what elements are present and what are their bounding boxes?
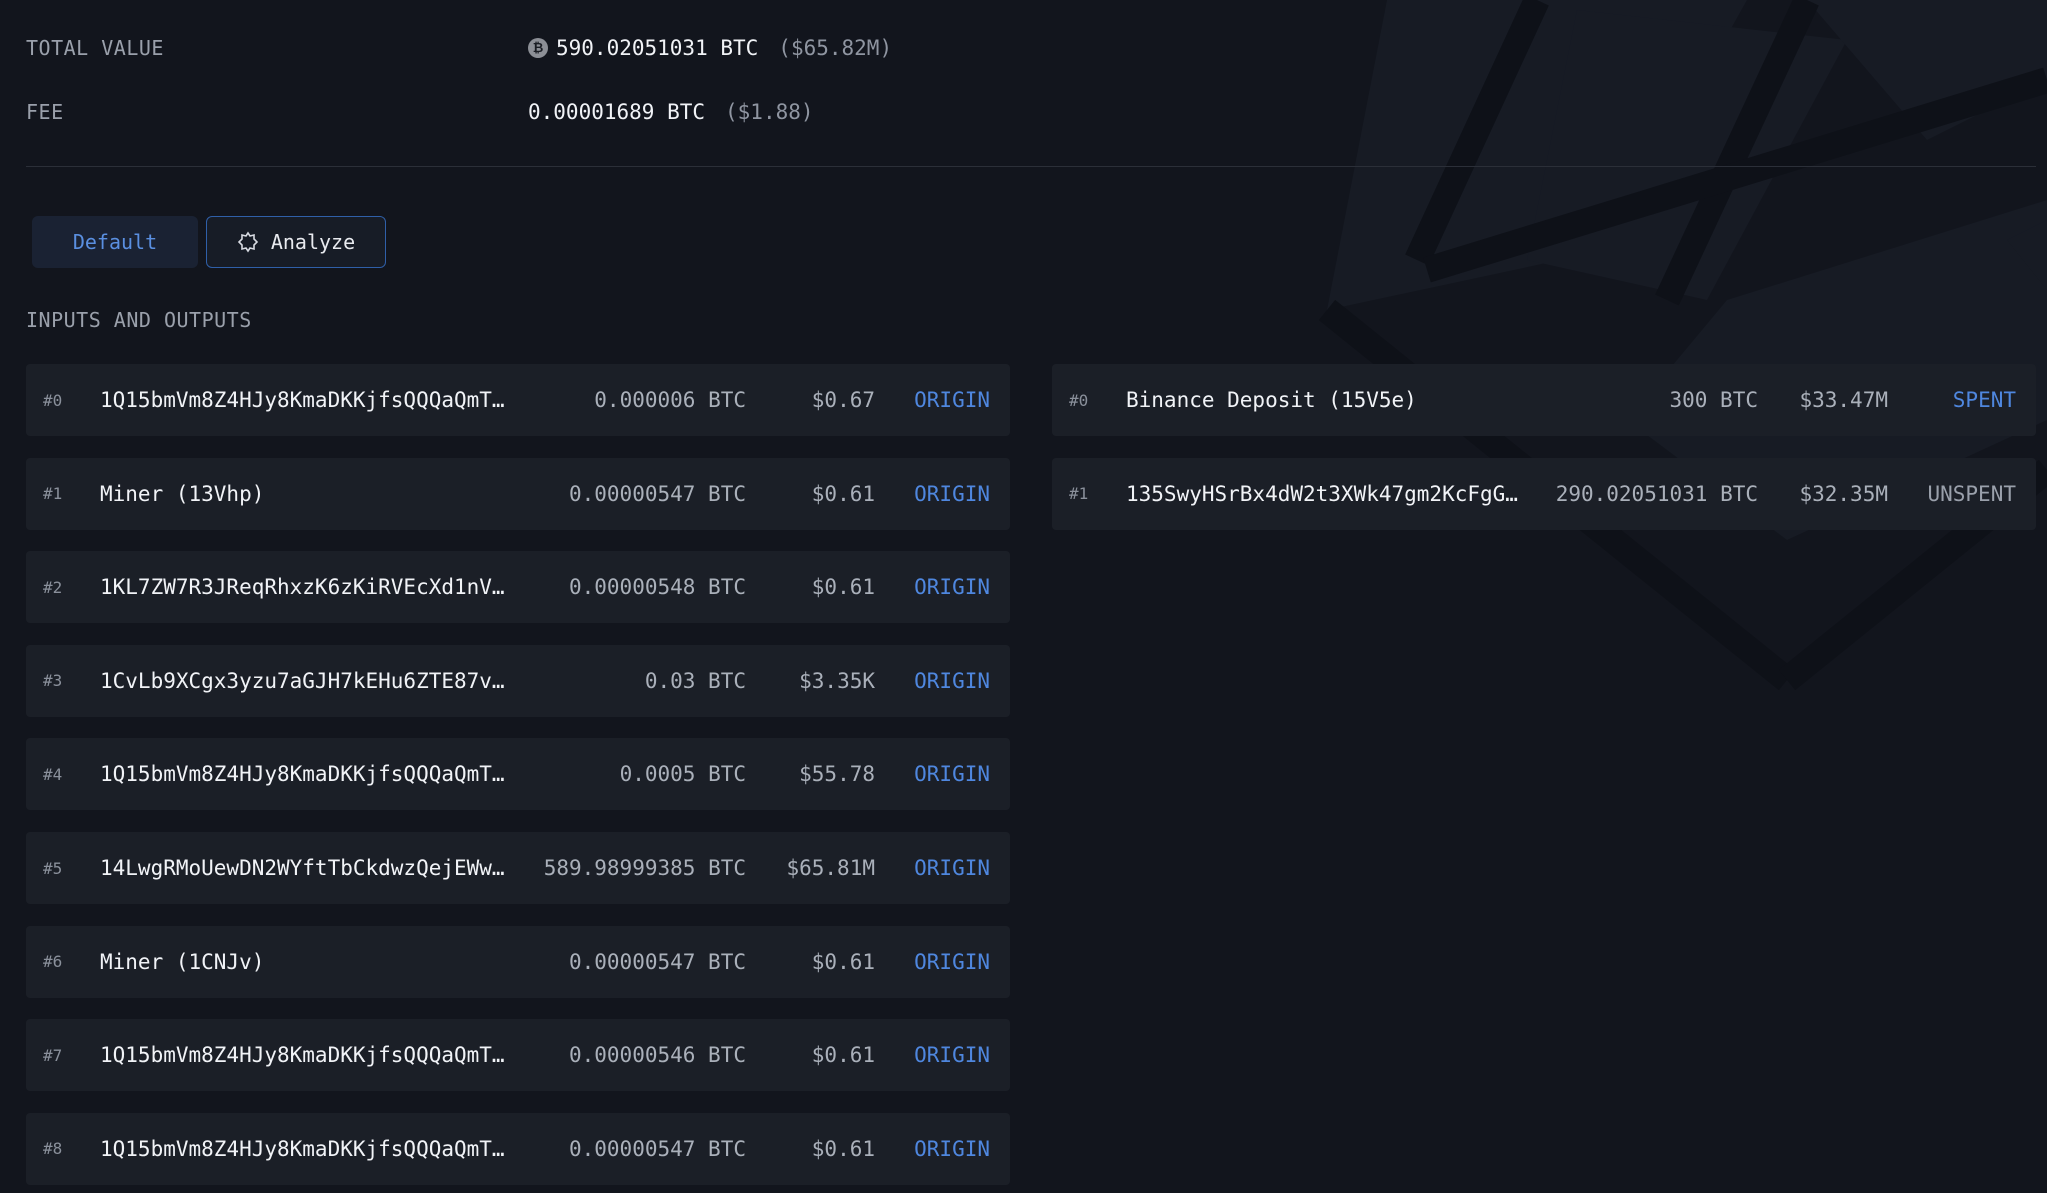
input-usd-amount: $0.61 [811, 1136, 875, 1161]
output-index: #1 [1069, 484, 1089, 504]
input-index: #7 [43, 1045, 63, 1065]
input-btc-amount: 0.00000548 BTC [568, 575, 746, 600]
input-address[interactable]: 14LwgRMoUewDN2WYftTbCkdwzQejEWw… [100, 856, 505, 880]
tab-analyze[interactable]: Analyze [206, 216, 386, 268]
output-address[interactable]: Binance Deposit (15V5e) [1126, 388, 1417, 412]
tab-analyze-label: Analyze [270, 230, 356, 254]
input-usd-amount: $0.61 [811, 481, 875, 506]
output-address[interactable]: 135SwyHSrBx4dW2t3XWk47gm2KcFgG… [1126, 482, 1518, 506]
input-index: #3 [43, 671, 63, 691]
input-row[interactable]: #5 14LwgRMoUewDN2WYftTbCkdwzQejEWw… 589.98… [26, 832, 1010, 904]
input-status[interactable]: ORIGIN [914, 388, 990, 412]
input-row[interactable]: #1 Miner (13Vhp) 0.00000547 BTC $0.61 ORIGIN [26, 457, 1010, 530]
input-address[interactable]: 1Q15bmVm8Z4HJy8KmaDKKjfsQQQaQmT… [100, 1043, 505, 1067]
view-tabs: Default Analyze [32, 216, 386, 268]
bitcoin-icon: ₿ [528, 38, 548, 58]
output-row[interactable]: #0 Binance Deposit (15V5e) 300 BTC $33.47M S… [1052, 364, 2036, 436]
input-usd-amount: $0.61 [811, 1043, 875, 1068]
output-btc-amount: 290.02051031 BTC [1555, 481, 1758, 506]
input-index: #5 [43, 858, 63, 878]
input-row[interactable]: #7 1Q15bmVm8Z4HJy8KmaDKKjfsQQQaQmT… 0.0000… [26, 1019, 1010, 1092]
input-index: #0 [43, 390, 63, 410]
input-address[interactable]: 1Q15bmVm8Z4HJy8KmaDKKjfsQQQaQmT… [100, 762, 505, 786]
output-index: #0 [1069, 390, 1089, 410]
output-status[interactable]: SPENT [1953, 388, 2016, 412]
output-usd-amount: $32.35M [1799, 481, 1888, 506]
input-btc-amount: 0.03 BTC [644, 668, 746, 693]
input-btc-amount: 0.00000547 BTC [568, 949, 746, 974]
input-usd-amount: $3.35K [799, 668, 875, 693]
input-address[interactable]: 1CvLb9XCgx3yzu7aGJH7kEHu6ZTE87v… [100, 669, 505, 693]
fee-usd: ($1.88) [725, 100, 814, 124]
section-title: INPUTS AND OUTPUTS [26, 308, 252, 332]
input-address[interactable]: Miner (1CNJv) [100, 950, 264, 974]
input-status[interactable]: ORIGIN [914, 575, 990, 599]
input-row[interactable]: #2 1KL7ZW7R3JReqRhxzK6zKiRVEcXd1nV… 0.0000… [26, 551, 1010, 624]
fee-label: FEE [26, 100, 64, 124]
background-logo-art [1318, 0, 2047, 691]
input-btc-amount: 0.000006 BTC [594, 388, 746, 412]
input-row[interactable]: #0 1Q15bmVm8Z4HJy8KmaDKKjfsQQQaQmT… 0.0000… [26, 364, 1010, 436]
total-value-usd: ($65.82M) [778, 36, 893, 60]
input-usd-amount: $0.61 [811, 575, 875, 600]
input-index: #1 [43, 484, 63, 504]
input-row[interactable]: #3 1CvLb9XCgx3yzu7aGJH7kEHu6ZTE87v… 0.03 B… [26, 644, 1010, 717]
input-index: #8 [43, 1139, 63, 1159]
input-status[interactable]: ORIGIN [914, 762, 990, 786]
output-usd-amount: $33.47M [1799, 388, 1888, 412]
input-btc-amount: 0.0005 BTC [619, 762, 746, 787]
input-index: #4 [43, 764, 63, 784]
input-usd-amount: $0.67 [811, 388, 875, 412]
input-status[interactable]: ORIGIN [914, 669, 990, 693]
input-address[interactable]: Miner (13Vhp) [100, 482, 264, 506]
total-value-btc: 590.02051031 BTC [556, 36, 759, 60]
summary-divider [26, 166, 2036, 167]
input-row[interactable]: #6 Miner (1CNJv) 0.00000547 BTC $0.61 ORIGIN [26, 925, 1010, 998]
input-address[interactable]: 1Q15bmVm8Z4HJy8KmaDKKjfsQQQaQmT… [100, 1137, 505, 1161]
input-btc-amount: 0.00000547 BTC [568, 1136, 746, 1161]
fee-row: FEE 0.00001689 BTC ($1.88) [26, 92, 1026, 132]
input-btc-amount: 589.98999385 BTC [543, 856, 746, 880]
input-btc-amount: 0.00000547 BTC [568, 481, 746, 506]
fee-btc: 0.00001689 BTC [528, 100, 706, 124]
tab-default[interactable]: Default [32, 216, 198, 268]
input-index: #2 [43, 577, 63, 597]
input-usd-amount: $65.81M [786, 856, 875, 880]
input-row[interactable]: #4 1Q15bmVm8Z4HJy8KmaDKKjfsQQQaQmT… 0.0005… [26, 738, 1010, 811]
input-address[interactable]: 1Q15bmVm8Z4HJy8KmaDKKjfsQQQaQmT… [100, 388, 505, 412]
output-btc-amount: 300 BTC [1669, 388, 1758, 412]
input-status[interactable]: ORIGIN [914, 482, 990, 506]
output-status[interactable]: UNSPENT [1927, 482, 2016, 506]
tab-default-label: Default [72, 230, 158, 254]
output-row[interactable]: #1 135SwyHSrBx4dW2t3XWk47gm2KcFgG… 290.020… [1052, 457, 2036, 530]
input-usd-amount: $55.78 [799, 762, 875, 787]
total-value-label: TOTAL VALUE [26, 36, 164, 60]
input-status[interactable]: ORIGIN [914, 950, 990, 974]
analyze-icon [237, 231, 258, 253]
input-index: #6 [43, 952, 63, 972]
total-value: ₿ 590.02051031 BTC ($65.82M) [528, 36, 892, 60]
fee-value: 0.00001689 BTC ($1.88) [528, 100, 814, 124]
input-status[interactable]: ORIGIN [914, 856, 990, 880]
input-row[interactable]: #8 1Q15bmVm8Z4HJy8KmaDKKjfsQQQaQmT… 0.0000… [26, 1112, 1010, 1185]
input-address[interactable]: 1KL7ZW7R3JReqRhxzK6zKiRVEcXd1nV… [100, 575, 505, 599]
total-value-row: TOTAL VALUE ₿ 590.02051031 BTC ($65.82M) [26, 28, 1026, 68]
input-status[interactable]: ORIGIN [914, 1137, 990, 1161]
input-status[interactable]: ORIGIN [914, 1043, 990, 1067]
input-usd-amount: $0.61 [811, 949, 875, 974]
input-btc-amount: 0.00000546 BTC [568, 1043, 746, 1068]
